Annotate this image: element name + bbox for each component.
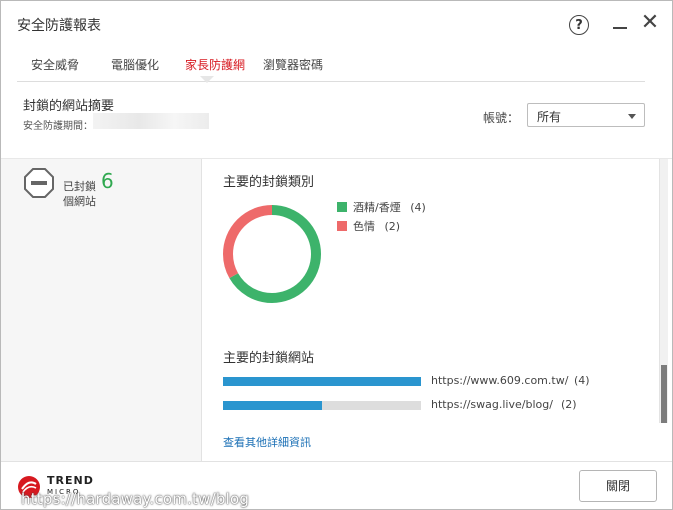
account-select-value: 所有 — [537, 110, 562, 124]
site-row: https://www.609.com.tw/ (4) — [223, 374, 623, 389]
panel-divider — [201, 159, 202, 461]
help-button[interactable]: ? — [569, 15, 589, 35]
blocked-prefix: 已封鎖 — [63, 180, 96, 193]
chevron-down-icon — [628, 114, 636, 119]
close-button[interactable]: 關閉 — [579, 470, 657, 502]
watermark-url: https://hardaway.com.tw/blog — [21, 490, 250, 508]
tab-pc-optimization[interactable]: 電腦優化 — [111, 56, 159, 73]
tab-security-threats[interactable]: 安全威脅 — [31, 56, 79, 73]
legend-item: 色情 (2) — [337, 218, 426, 237]
blocked-suffix: 個網站 — [63, 195, 96, 208]
tab-browser-passwords[interactable]: 瀏覽器密碼 — [263, 56, 323, 73]
protection-period-value-redacted — [93, 113, 209, 129]
categories-donut-chart — [223, 205, 321, 303]
brand-name: TREND — [47, 474, 94, 487]
legend-swatch — [337, 221, 347, 231]
categories-title: 主要的封鎖類別 — [223, 175, 315, 190]
protection-period-label: 安全防護期間： — [23, 121, 93, 132]
more-details-link[interactable]: 查看其他詳細資訊 — [223, 434, 311, 450]
blocked-sign-icon — [24, 168, 54, 198]
legend-label: 色情 — [353, 220, 375, 233]
site-url: https://swag.live/blog/ — [431, 398, 553, 411]
site-bar-fill — [223, 401, 322, 410]
title-bar: 安全防護報表 ? ✕ — [1, 1, 672, 47]
legend-label: 酒精/香煙 — [353, 201, 401, 214]
report-window: 安全防護報表 ? ✕ 安全威脅 電腦優化 家長防護網 瀏覽器密碼 封鎖的網站摘要… — [0, 0, 673, 510]
close-window-button[interactable]: ✕ — [639, 10, 661, 35]
legend-count: (2) — [381, 220, 401, 233]
account-select[interactable]: 所有 — [527, 103, 645, 127]
sites-title: 主要的封鎖網站 — [223, 351, 315, 366]
site-row: https://swag.live/blog/ (2) — [223, 398, 623, 413]
site-url: https://www.609.com.tw/ — [431, 374, 569, 387]
categories-legend: 酒精/香煙 (4) 色情 (2) — [337, 199, 426, 237]
legend-count: (4) — [406, 201, 426, 214]
scrollbar-thumb[interactable] — [661, 365, 667, 423]
active-tab-pointer — [200, 76, 214, 83]
scrollbar[interactable] — [659, 159, 668, 423]
legend-item: 酒精/香煙 (4) — [337, 199, 426, 218]
site-bar-fill — [223, 377, 421, 386]
minimize-button[interactable] — [609, 13, 631, 35]
tab-parental-controls[interactable]: 家長防護網 — [185, 56, 245, 73]
footer-divider — [1, 461, 672, 462]
legend-swatch — [337, 202, 347, 212]
summary-title: 封鎖的網站摘要 — [23, 99, 115, 114]
blocked-count: 6 — [101, 169, 114, 193]
window-title: 安全防護報表 — [17, 18, 101, 34]
report-tabs: 安全威脅 電腦優化 家長防護網 瀏覽器密碼 — [17, 47, 645, 82]
account-label: 帳號： — [483, 111, 520, 125]
site-count: (4) — [574, 374, 590, 387]
blocked-summary-panel — [1, 159, 201, 461]
site-count: (2) — [561, 398, 577, 411]
